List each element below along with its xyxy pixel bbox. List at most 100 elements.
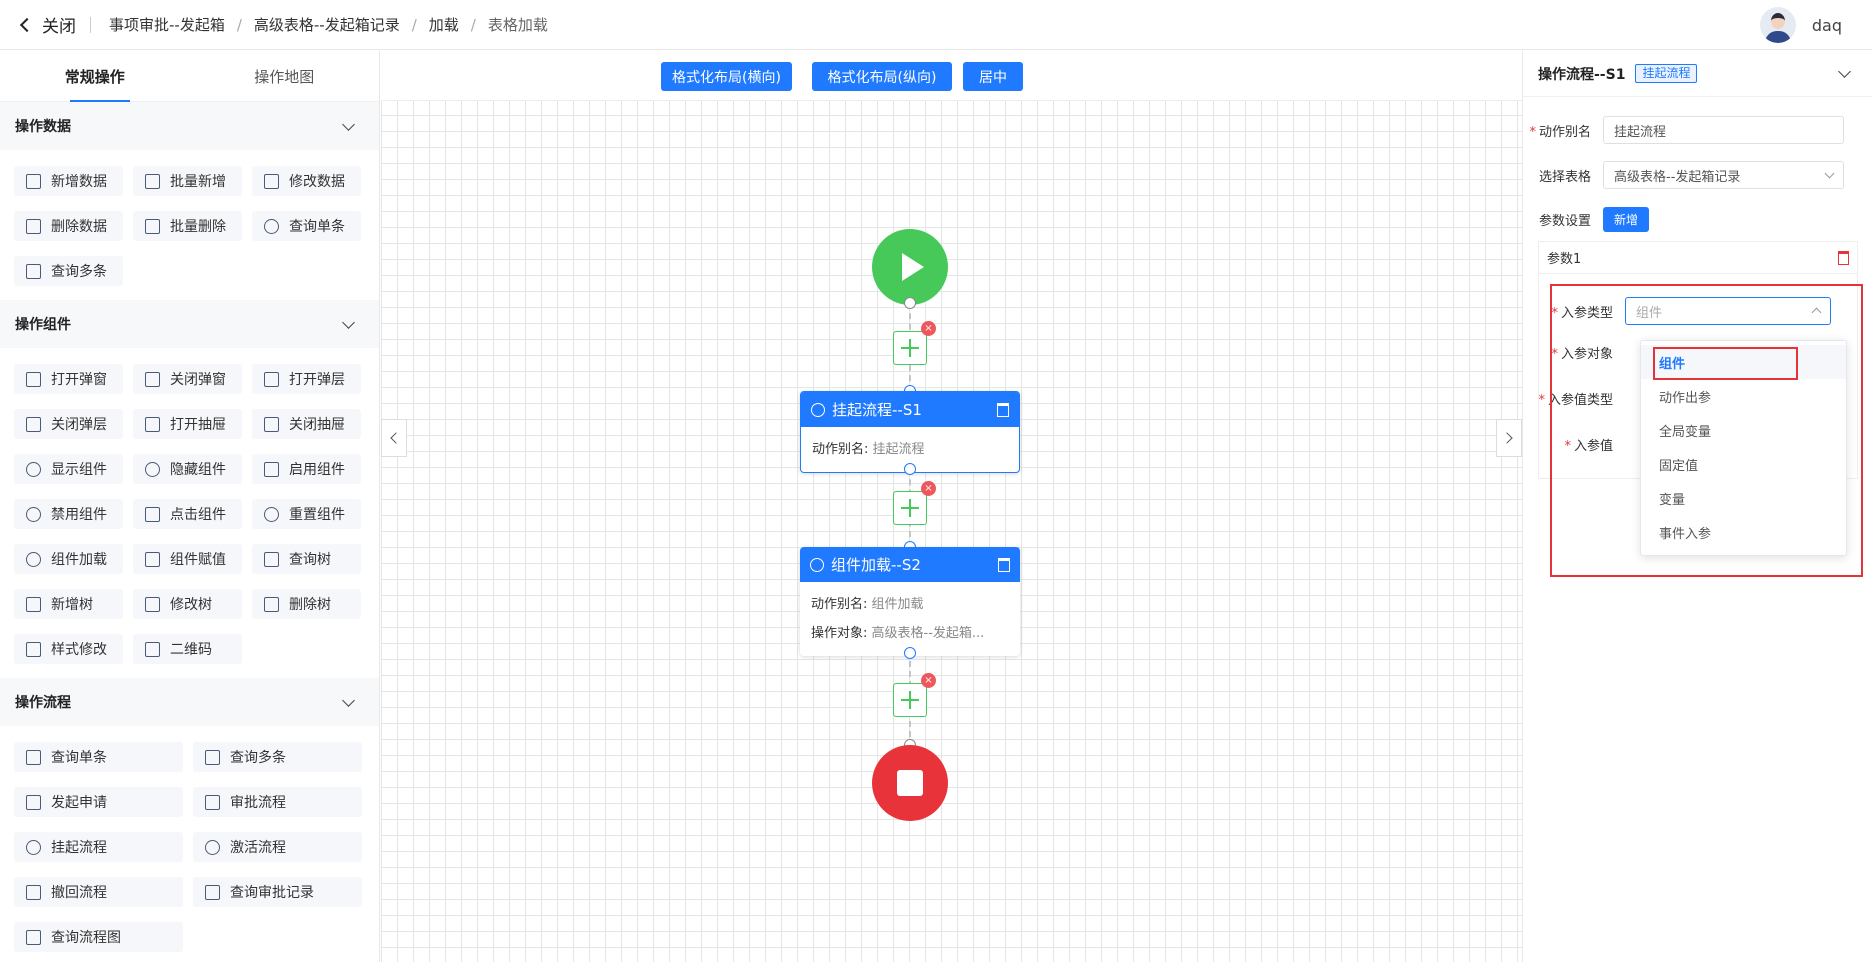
remove-connector-button-1[interactable]: × — [921, 321, 936, 336]
node2-out-port[interactable] — [904, 647, 916, 659]
op-delete-data[interactable]: 删除数据 — [14, 211, 123, 241]
op-label: 挂起流程 — [51, 840, 107, 856]
node1-out-port[interactable] — [904, 463, 916, 475]
op-open-drawer[interactable]: 打开抽屉 — [133, 409, 242, 439]
op-activate-flow[interactable]: 激活流程 — [193, 832, 362, 862]
op-flow-query-multi[interactable]: 查询多条 — [193, 742, 362, 772]
op-batch-delete[interactable]: 批量删除 — [133, 211, 242, 241]
chart-icon — [205, 749, 220, 765]
op-edit-data[interactable]: 修改数据 — [252, 166, 361, 196]
user-menu[interactable]: daq — [1759, 7, 1842, 43]
refresh-icon — [26, 551, 41, 567]
op-close-drawer[interactable]: 关闭抽屉 — [252, 409, 361, 439]
option-fixed-value[interactable]: 固定值 — [1641, 447, 1846, 481]
op-label: 新增数据 — [51, 174, 107, 190]
op-query-tree[interactable]: 查询树 — [252, 544, 361, 574]
option-variable[interactable]: 变量 — [1641, 481, 1846, 515]
op-show-component[interactable]: 显示组件 — [14, 454, 123, 484]
start-node[interactable] — [872, 229, 948, 305]
op-click-component[interactable]: 点击组件 — [133, 499, 242, 529]
breadcrumb-item-2[interactable]: 高级表格--发起箱记录 — [254, 14, 400, 35]
trash-icon[interactable] — [1838, 250, 1849, 265]
collapse-left-button[interactable] — [381, 419, 407, 457]
op-label: 重置组件 — [289, 507, 345, 523]
op-label: 发起申请 — [51, 795, 107, 811]
format-vertical-button[interactable]: 格式化布局(纵向) — [812, 62, 952, 91]
stop-node[interactable] — [872, 745, 948, 821]
play-icon — [902, 253, 924, 281]
chevron-left-icon — [390, 432, 402, 444]
op-close-modal[interactable]: 关闭弹窗 — [133, 364, 242, 394]
add-param-button[interactable]: 新增 — [1603, 207, 1650, 232]
remove-connector-button-3[interactable]: × — [921, 673, 936, 688]
op-label: 点击组件 — [170, 507, 226, 523]
format-horizontal-button[interactable]: 格式化布局(横向) — [661, 62, 792, 91]
op-start-request[interactable]: 发起申请 — [14, 787, 183, 817]
op-flow-query-single[interactable]: 查询单条 — [14, 742, 183, 772]
op-edit-tree[interactable]: 修改树 — [133, 589, 242, 619]
op-label: 批量删除 — [170, 219, 226, 235]
file-search-icon — [26, 749, 41, 765]
op-add-data[interactable]: 新增数据 — [14, 166, 123, 196]
op-query-flowchart[interactable]: 查询流程图 — [14, 922, 183, 952]
op-query-multi[interactable]: 查询多条 — [14, 256, 123, 286]
op-enable-component[interactable]: 启用组件 — [252, 454, 361, 484]
alias-input[interactable]: 挂起流程 — [1603, 116, 1844, 144]
section-header-components[interactable]: 操作组件 — [0, 300, 379, 348]
breadcrumb-sep: / — [470, 15, 476, 34]
add-step-button-1[interactable] — [893, 331, 927, 365]
breadcrumb-item-3[interactable]: 加载 — [429, 14, 459, 35]
window-icon — [26, 371, 41, 387]
flow-node-suspend[interactable]: 挂起流程--S1 动作别名: 挂起流程 — [800, 391, 1020, 473]
flow-canvas[interactable]: 格式化布局(横向) 格式化布局(纵向) 居中 × 挂起流程--S1 动作别名: … — [381, 51, 1522, 962]
tab-ops-map[interactable]: 操作地图 — [190, 51, 380, 101]
breadcrumb-item-1[interactable]: 事项审批--发起箱 — [109, 14, 225, 35]
pointer-icon — [145, 506, 160, 522]
tree-add-icon — [26, 596, 41, 612]
op-label: 二维码 — [170, 642, 212, 658]
op-close-layer[interactable]: 关闭弹层 — [14, 409, 123, 439]
avatar[interactable] — [1759, 7, 1796, 43]
op-open-modal[interactable]: 打开弹窗 — [14, 364, 123, 394]
center-button[interactable]: 居中 — [963, 62, 1023, 91]
op-assign-component[interactable]: 组件赋值 — [133, 544, 242, 574]
drawer-icon — [145, 416, 160, 432]
section-header-data[interactable]: 操作数据 — [0, 102, 379, 150]
table-select[interactable]: 高级表格--发起箱记录 — [1603, 161, 1844, 189]
properties-header[interactable]: 操作流程--S1 挂起流程 — [1523, 51, 1872, 97]
op-style-edit[interactable]: 样式修改 — [14, 634, 123, 664]
close-button[interactable]: 关闭 — [19, 12, 76, 37]
op-query-single[interactable]: 查询单条 — [252, 211, 361, 241]
option-event-input[interactable]: 事件入参 — [1641, 515, 1846, 549]
section-title: 操作数据 — [15, 119, 71, 135]
op-batch-add[interactable]: 批量新增 — [133, 166, 242, 196]
op-approve-flow[interactable]: 审批流程 — [193, 787, 362, 817]
tab-regular-ops[interactable]: 常规操作 — [0, 51, 190, 102]
add-step-button-3[interactable] — [893, 683, 927, 717]
option-action-output[interactable]: 动作出参 — [1641, 379, 1846, 413]
reset-icon — [264, 506, 279, 522]
op-add-tree[interactable]: 新增树 — [14, 589, 123, 619]
op-query-approval-records[interactable]: 查询审批记录 — [193, 877, 362, 907]
action-type-tag: 挂起流程 — [1635, 64, 1698, 83]
op-qrcode[interactable]: 二维码 — [133, 634, 242, 664]
start-port[interactable] — [904, 297, 916, 309]
op-open-layer[interactable]: 打开弹层 — [252, 364, 361, 394]
delete-node-icon[interactable] — [997, 402, 1009, 417]
delete-node-icon[interactable] — [998, 557, 1010, 572]
op-load-component[interactable]: 组件加载 — [14, 544, 123, 574]
collapse-right-button[interactable] — [1496, 419, 1522, 457]
option-global-var[interactable]: 全局变量 — [1641, 413, 1846, 447]
op-delete-tree[interactable]: 删除树 — [252, 589, 361, 619]
op-reset-component[interactable]: 重置组件 — [252, 499, 361, 529]
flow-node-load[interactable]: 组件加载--S2 动作别名: 组件加载 操作对象: 高级表格--发起箱... — [800, 547, 1020, 656]
remove-connector-button-2[interactable]: × — [921, 481, 936, 496]
chevron-down-icon — [342, 315, 355, 329]
op-withdraw-flow[interactable]: 撤回流程 — [14, 877, 183, 907]
section-header-flow[interactable]: 操作流程 — [0, 678, 379, 726]
op-disable-component[interactable]: 禁用组件 — [14, 499, 123, 529]
chevron-down-icon — [1838, 65, 1851, 78]
add-step-button-2[interactable] — [893, 491, 927, 525]
op-hide-component[interactable]: 隐藏组件 — [133, 454, 242, 484]
op-suspend-flow[interactable]: 挂起流程 — [14, 832, 183, 862]
